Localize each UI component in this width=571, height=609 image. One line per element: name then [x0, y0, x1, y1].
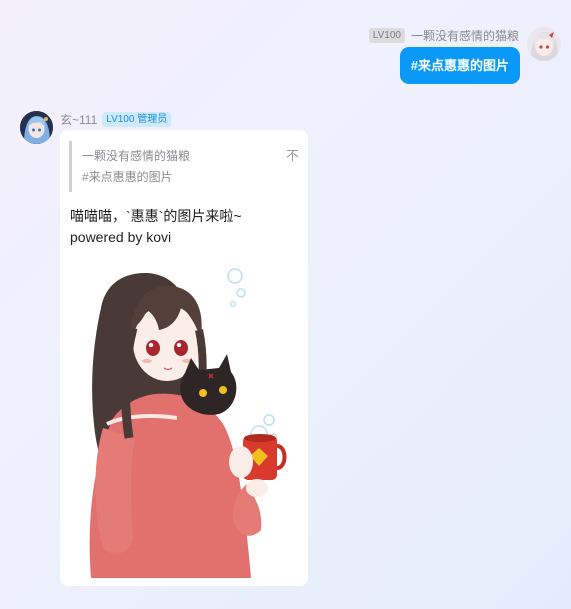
message-text-line: powered by kovi: [70, 229, 172, 245]
incoming-message-card[interactable]: 一颗没有感情的猫粮 #来点惠惠的图片 不 喵喵喵，`惠惠`的图片来啦~ powe…: [60, 130, 308, 586]
avatar-image: [20, 111, 53, 144]
quote-icon: 不: [286, 148, 300, 163]
outgoing-message-bubble[interactable]: #来点惠惠的图片: [399, 47, 520, 84]
sender-nickname[interactable]: 玄~111: [60, 111, 97, 128]
quote-author: 一颗没有感情的猫粮: [82, 149, 191, 163]
sender-nickname[interactable]: 一颗没有感情的猫粮: [411, 27, 519, 44]
reply-quote[interactable]: 一颗没有感情的猫粮 #来点惠惠的图片 不: [69, 141, 302, 192]
bot-avatar[interactable]: [20, 111, 53, 144]
quote-text: #来点惠惠的图片: [82, 170, 173, 184]
outgoing-meta: LV100 一颗没有感情的猫粮: [368, 27, 519, 44]
user-avatar[interactable]: [527, 27, 561, 61]
bubble-decoration: [227, 268, 278, 443]
level-badge: LV100: [368, 27, 405, 43]
message-text-line: 喵喵喵，`惠惠`的图片来啦~: [70, 208, 242, 224]
incoming-meta: 玄~111 LV100 管理员: [60, 111, 172, 128]
avatar-image: [527, 27, 561, 61]
message-image[interactable]: [73, 248, 298, 578]
admin-badge: LV100 管理员: [102, 111, 172, 127]
